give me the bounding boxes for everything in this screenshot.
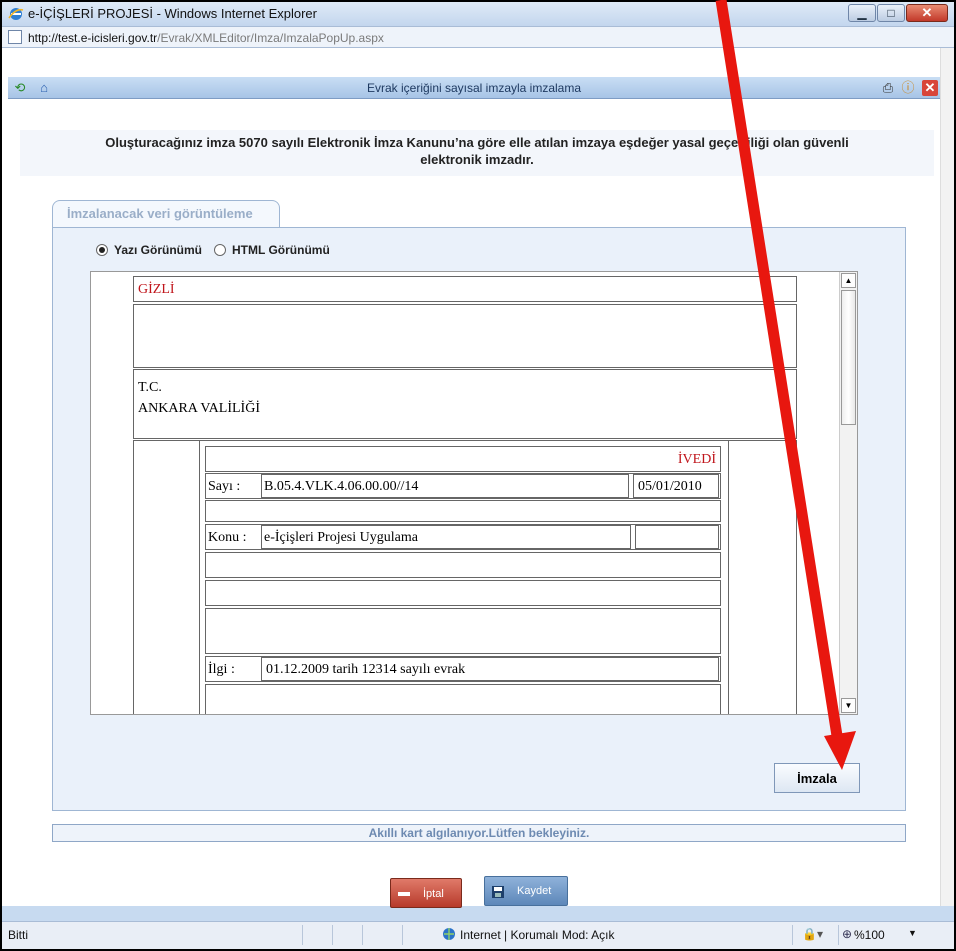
protected-mode-icon[interactable]: 🔒▾: [802, 927, 823, 941]
ilgi-label: İlgi :: [208, 662, 235, 677]
spacer-row: [205, 500, 721, 522]
radio-text-view-label[interactable]: Yazı Görünümü: [114, 243, 202, 257]
zoom-icon: ⊕: [842, 927, 853, 941]
status-divider: [332, 925, 333, 945]
header-line-2: ANKARA VALİLİĞİ: [138, 401, 260, 416]
save-button[interactable]: Kaydet: [484, 876, 568, 906]
minimize-icon: ▁: [857, 6, 867, 20]
popup-header: ⟲ ⌂ Evrak içeriğini sayısal imzayla imza…: [8, 77, 940, 99]
minimize-button[interactable]: ▁: [848, 4, 876, 22]
sayi-label: Sayı :: [208, 479, 241, 494]
scroll-thumb[interactable]: [841, 290, 856, 425]
zoom-level[interactable]: %100: [854, 928, 885, 942]
chevron-down-icon[interactable]: ▼: [908, 928, 917, 938]
document-scrollbar[interactable]: ▲ ▼: [839, 272, 857, 714]
save-button-label: Kaydet: [517, 885, 552, 897]
maximize-button[interactable]: □: [877, 4, 905, 22]
popup-title: Evrak içeriğini sayısal imzayla imzalama: [366, 81, 582, 95]
title-bar: e-İÇİŞLERİ PROJESİ - Windows Internet Ex…: [2, 2, 954, 26]
internet-explorer-icon: [8, 8, 24, 20]
spacer-row: [205, 580, 721, 606]
close-icon: ✕: [921, 5, 933, 20]
status-divider: [302, 925, 303, 945]
radio-html-view[interactable]: [214, 244, 227, 256]
minus-icon: [398, 892, 410, 896]
urgency-label: İVEDİ: [677, 452, 716, 467]
close-popup-icon[interactable]: ✕: [922, 80, 938, 96]
notice-line-1: Oluşturacağınız imza 5070 sayılı Elektro…: [105, 135, 849, 150]
floppy-disk-icon: [492, 886, 504, 898]
header-line-1: T.C.: [138, 380, 162, 395]
page-icon: [8, 30, 22, 44]
spacer-row: [205, 608, 721, 654]
scroll-down-arrow-icon[interactable]: ▼: [841, 698, 856, 713]
maximize-icon: □: [887, 6, 895, 20]
info-icon[interactable]: ⓘ: [900, 80, 916, 96]
address-bar[interactable]: http://test.e-icisleri.gov.tr/Evrak/XMLE…: [2, 26, 954, 48]
notice-line-2: elektronik imzadır.: [420, 152, 534, 167]
url-host: http://test.e-icisleri.gov.tr: [28, 31, 158, 45]
blank-row: [133, 304, 797, 368]
tab-data-preview[interactable]: İmzalanacak veri görüntüleme: [52, 200, 280, 228]
classification-row: GİZLİ: [133, 276, 797, 302]
url-text[interactable]: http://test.e-icisleri.gov.tr/Evrak/XMLE…: [28, 31, 384, 45]
browser-window: e-İÇİŞLERİ PROJESİ - Windows Internet Ex…: [0, 0, 956, 951]
konu-label: Konu :: [208, 530, 247, 545]
document-viewer[interactable]: GİZLİ T.C. ANKARA VALİLİĞİ İVEDİ Sayı : …: [90, 271, 858, 715]
urgency-row: İVEDİ: [205, 446, 721, 472]
sayi-value: B.05.4.VLK.4.06.00.00//14: [264, 479, 419, 494]
window-title: e-İÇİŞLERİ PROJESİ - Windows Internet Ex…: [28, 6, 317, 21]
browser-status-bar: Bitti Internet | Korumalı Mod: Açık 🔒▾ ⊕…: [2, 921, 954, 949]
classification-label: GİZLİ: [138, 282, 175, 297]
card-status-message: Akıllı kart algılanıyor.Lütfen bekleyini…: [52, 824, 906, 842]
url-path: /Evrak/XMLEditor/Imza/ImzalaPopUp.aspx: [157, 31, 384, 45]
status-divider: [362, 925, 363, 945]
close-window-button[interactable]: ✕: [906, 4, 948, 22]
date-field: 05/01/2010: [633, 474, 719, 498]
document-date: 05/01/2010: [638, 479, 702, 494]
spacer-row: [205, 552, 721, 578]
scroll-up-arrow-icon[interactable]: ▲: [841, 273, 856, 288]
globe-icon: [443, 928, 455, 940]
security-zone[interactable]: Internet | Korumalı Mod: Açık: [460, 928, 615, 942]
legal-notice: Oluşturacağınız imza 5070 sayılı Elektro…: [20, 130, 934, 176]
status-divider: [402, 925, 403, 945]
radio-html-view-label[interactable]: HTML Görünümü: [232, 243, 330, 257]
view-mode-selector: Yazı Görünümü HTML Görünümü: [96, 243, 342, 257]
cancel-button[interactable]: İptal: [390, 878, 462, 908]
konu-value: e-İçişleri Projesi Uygulama: [264, 530, 418, 545]
status-divider: [792, 925, 793, 945]
konu-extra-field: [635, 525, 719, 549]
ilgi-value-field: 01.12.2009 tarih 12314 sayılı evrak: [261, 657, 719, 681]
sayi-value-field: B.05.4.VLK.4.06.00.00//14: [261, 474, 629, 498]
cancel-button-label: İptal: [423, 888, 444, 900]
konu-value-field: e-İçişleri Projesi Uygulama: [261, 525, 631, 549]
radio-text-view[interactable]: [96, 244, 108, 256]
ilgi-value: 01.12.2009 tarih 12314 sayılı evrak: [266, 662, 466, 677]
sign-button[interactable]: İmzala: [774, 763, 860, 793]
header-row: T.C. ANKARA VALİLİĞİ: [133, 369, 797, 439]
page-scrollbar[interactable]: [940, 48, 954, 906]
spacer-row: [205, 684, 721, 714]
print-icon[interactable]: ⎙: [880, 80, 896, 96]
status-text: Bitti: [8, 928, 29, 942]
status-divider: [838, 925, 839, 945]
